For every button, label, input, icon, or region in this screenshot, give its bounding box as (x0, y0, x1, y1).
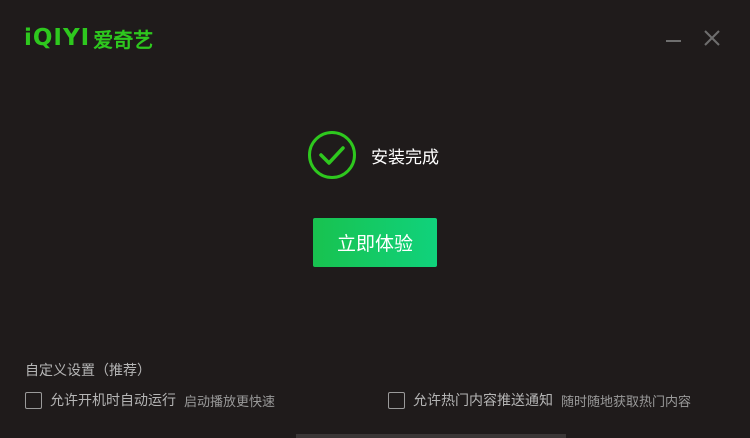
logo-cjk-text: 爱奇艺 (93, 27, 154, 52)
settings-title: 自定义设置（推荐） (25, 363, 151, 379)
bottom-scroll-indicator (296, 434, 566, 438)
install-status: 安装完成 (307, 130, 439, 180)
status-text: 安装完成 (371, 147, 439, 168)
minimize-button[interactable] (664, 28, 684, 48)
autostart-option[interactable]: 允许开机时自动运行 启动播放更快速 (25, 390, 275, 410)
push-notify-label[interactable]: 允许热门内容推送通知 (413, 390, 553, 410)
installer-window: iQIYI 爱奇艺 安装完成 立即体验 自定义设置（推荐） 允许开机时自动运行 … (0, 0, 750, 438)
iqiyi-logo: iQIYI 爱奇艺 (24, 24, 153, 52)
push-notify-hint: 随时随地获取热门内容 (561, 394, 692, 410)
autostart-label[interactable]: 允许开机时自动运行 (50, 390, 176, 410)
check-circle-icon (308, 131, 356, 179)
minimize-icon (666, 40, 681, 42)
close-button[interactable] (702, 28, 722, 48)
push-notify-option[interactable]: 允许热门内容推送通知 随时随地获取热门内容 (388, 390, 691, 410)
push-notify-checkbox[interactable] (388, 391, 405, 409)
autostart-checkbox[interactable] (25, 391, 42, 409)
autostart-hint: 启动播放更快速 (184, 394, 276, 410)
close-icon (704, 30, 720, 46)
experience-now-button[interactable]: 立即体验 (313, 218, 437, 267)
logo-latin-text: iQIYI (24, 25, 91, 51)
